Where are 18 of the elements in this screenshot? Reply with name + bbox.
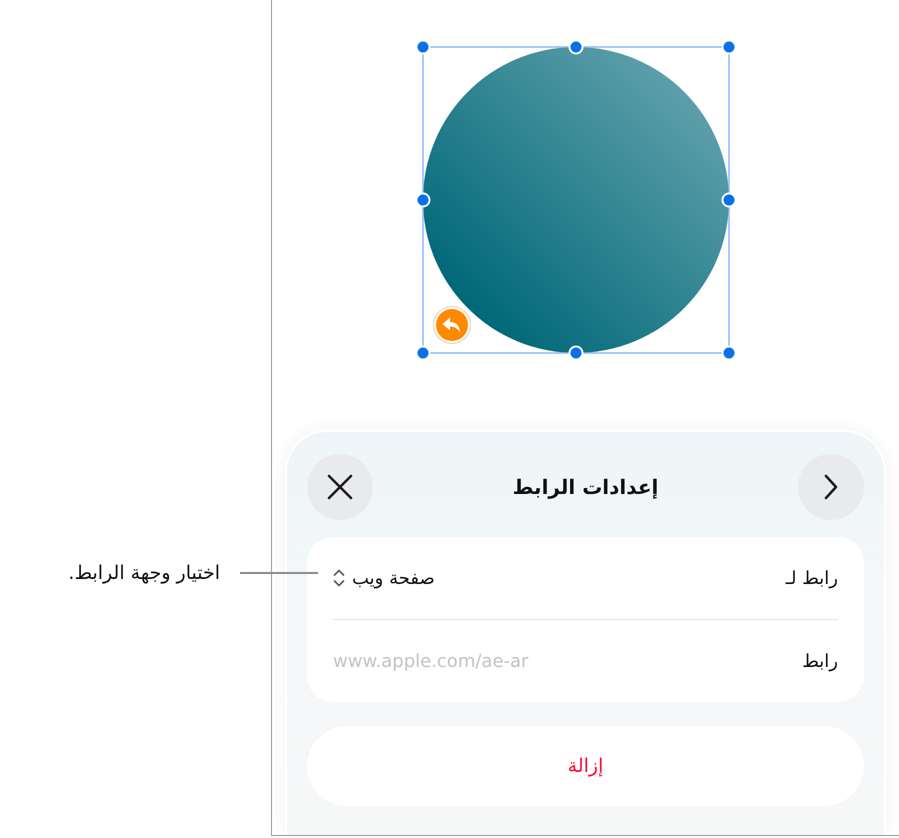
resize-handle[interactable] <box>568 40 584 54</box>
callout-text: اختيار وجهة الرابط. <box>68 562 220 584</box>
resize-handle[interactable] <box>416 346 430 360</box>
chevron-updown-icon <box>333 568 345 588</box>
remove-button[interactable]: إزالة <box>307 726 864 806</box>
sheet-title: إعدادات الرابط <box>512 475 660 499</box>
close-icon <box>326 473 354 501</box>
resize-handle[interactable] <box>568 346 584 360</box>
url-field[interactable]: www.apple.com/ae-ar <box>333 650 778 672</box>
resize-handle[interactable] <box>722 346 736 360</box>
chevron-right-icon <box>824 474 838 500</box>
resize-handle[interactable] <box>722 40 736 54</box>
row-label: رابط لـ <box>786 568 838 588</box>
destination-picker[interactable]: صفحة ويب <box>333 568 435 588</box>
row-label: رابط <box>802 650 838 672</box>
resize-handle[interactable] <box>416 40 430 54</box>
resize-handle[interactable] <box>416 192 430 208</box>
resize-handle[interactable] <box>722 192 736 208</box>
